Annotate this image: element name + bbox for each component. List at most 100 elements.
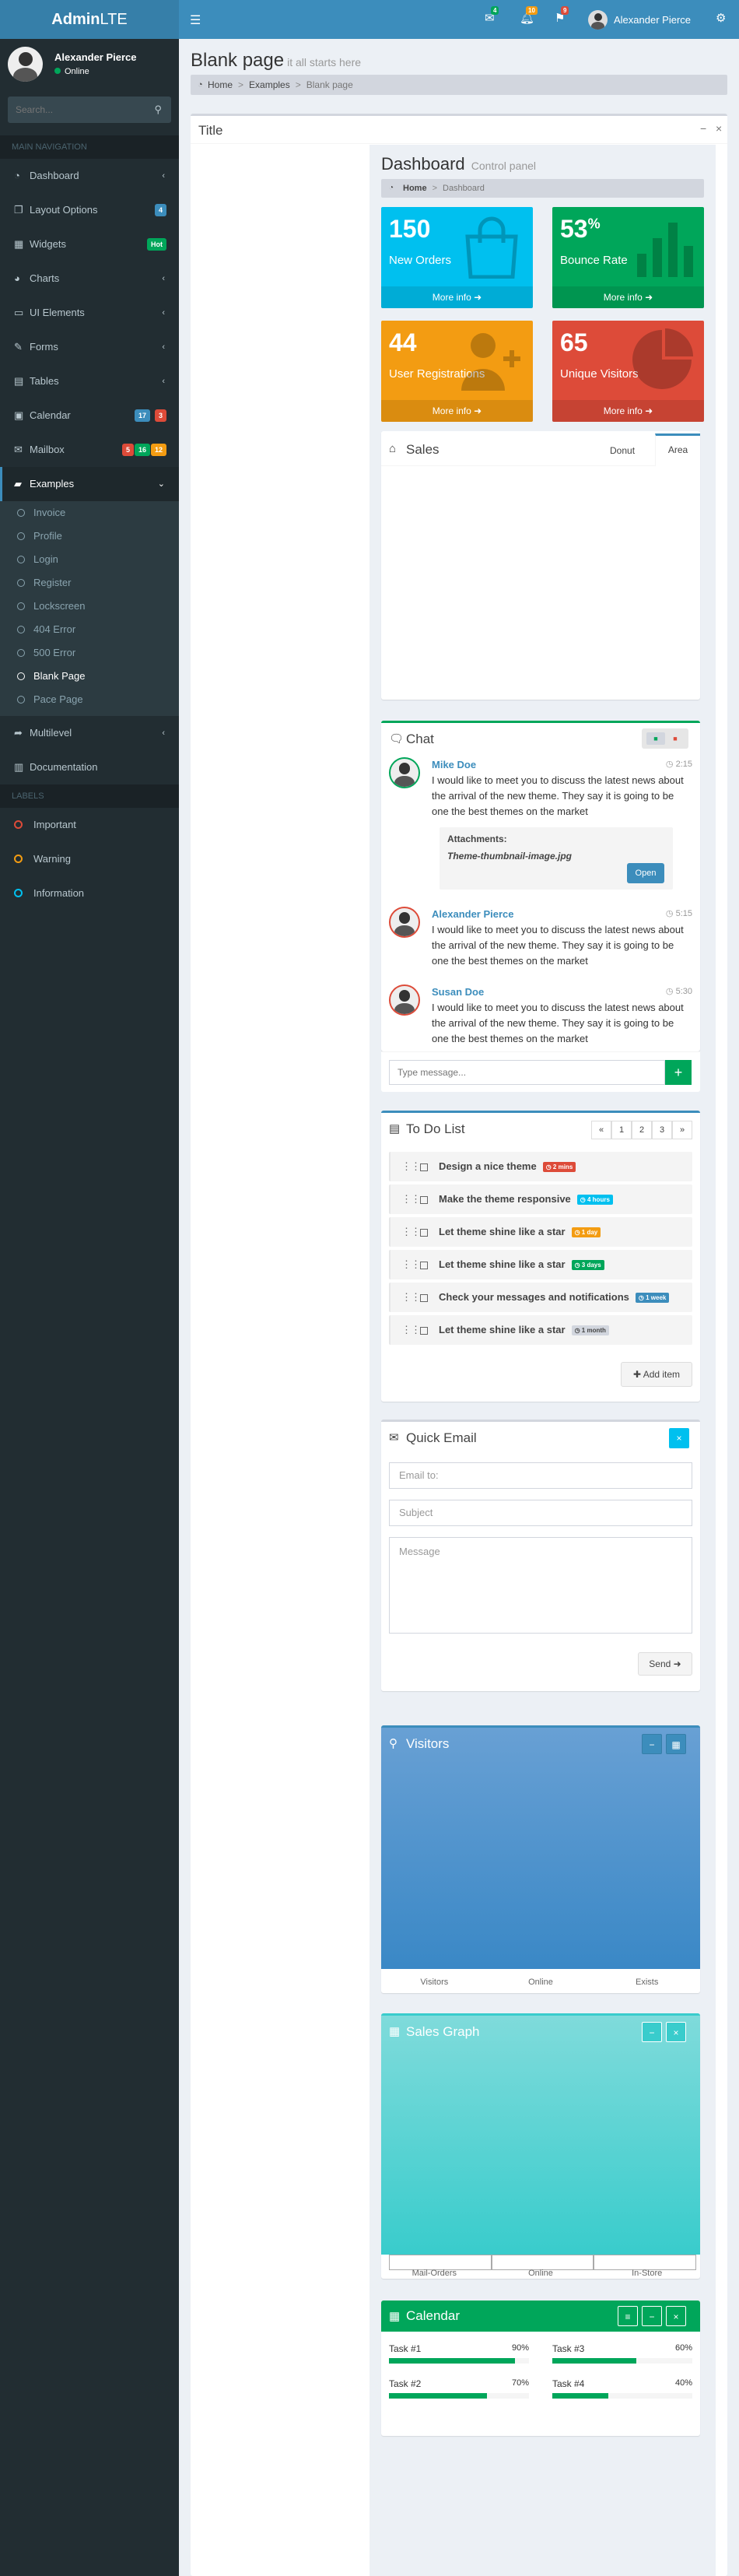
close-icon[interactable]: × bbox=[669, 1428, 689, 1448]
chat-sender[interactable]: Alexander Pierce bbox=[432, 908, 514, 920]
page-3[interactable]: 3 bbox=[652, 1121, 672, 1139]
envelope-icon: ✉ bbox=[389, 1431, 399, 1444]
drag-handle-icon[interactable]: ⋮⋮ bbox=[401, 1160, 421, 1173]
flag-icon[interactable]: ⚑ 9 bbox=[555, 6, 569, 25]
sidebar-item-layout-options[interactable]: ❐ Layout Options 4 bbox=[0, 193, 179, 227]
dashboard-icon: ◔ bbox=[14, 170, 20, 181]
collapse-icon[interactable]: − bbox=[700, 122, 706, 135]
drag-handle-icon[interactable]: ⋮⋮ bbox=[401, 1324, 421, 1336]
breadcrumb-home[interactable]: Home bbox=[208, 79, 233, 90]
tab-area[interactable]: Area bbox=[655, 433, 700, 466]
time-badge: ◷ 2 mins bbox=[542, 1162, 576, 1172]
bars-icon[interactable]: ≡ bbox=[618, 2306, 638, 2326]
add-message-button[interactable]: + bbox=[665, 1060, 692, 1085]
table-icon: ▤ bbox=[14, 375, 24, 387]
subject-field[interactable]: Subject bbox=[389, 1500, 692, 1526]
gears-icon[interactable]: ⚙ bbox=[716, 11, 726, 25]
sidebar-subitem-lockscreen[interactable]: Lockscreen bbox=[0, 595, 179, 618]
offline-square-icon[interactable]: ■ bbox=[666, 732, 685, 745]
sidebar-subitem-login[interactable]: Login bbox=[0, 548, 179, 571]
chat-message-input[interactable] bbox=[389, 1060, 665, 1085]
sidebar-item-documentation[interactable]: ▥ Documentation bbox=[0, 750, 179, 784]
chat-sender[interactable]: Mike Doe bbox=[432, 759, 476, 770]
drag-handle-icon[interactable]: ⋮⋮ bbox=[401, 1258, 421, 1271]
drag-handle-icon[interactable]: ⋮⋮ bbox=[401, 1193, 421, 1206]
more-info-link[interactable]: More info ➜ bbox=[552, 286, 704, 308]
chat-sender[interactable]: Susan Doe bbox=[432, 986, 484, 998]
page-prev[interactable]: « bbox=[591, 1121, 611, 1139]
sidebar-item-mailbox[interactable]: ✉ Mailbox 5 16 12 bbox=[0, 433, 179, 467]
add-item-button[interactable]: ✚ Add item bbox=[621, 1362, 692, 1387]
more-info-link[interactable]: More info ➜ bbox=[381, 286, 533, 308]
calendar-icon[interactable]: ▦ bbox=[666, 1734, 686, 1754]
arrow-circle-right-icon: ➜ bbox=[474, 292, 482, 303]
more-info-link[interactable]: More info ➜ bbox=[381, 400, 533, 422]
sidebar-subitem-profile[interactable]: Profile bbox=[0, 525, 179, 548]
message-field[interactable]: Message bbox=[389, 1537, 692, 1634]
task-progress: Task #4 40% bbox=[552, 2378, 692, 2405]
collapse-icon[interactable]: − bbox=[642, 2022, 662, 2042]
sidebar-item-dashboard[interactable]: ◔ Dashboard ‹ bbox=[0, 159, 179, 193]
messages-icon[interactable]: ✉ 4 bbox=[485, 6, 499, 25]
close-icon[interactable]: × bbox=[716, 122, 722, 135]
top-navbar: AdminLTE ☰ ✉ 4 🔔︎ 10 ⚑ 9 Alexander Pierce ⚙ bbox=[0, 0, 739, 39]
examples-submenu: Invoice Profile Login Register Lockscree… bbox=[0, 501, 179, 716]
sidebar-item-forms[interactable]: ✎ Forms ‹ bbox=[0, 330, 179, 364]
comments-icon: 🗨︎ bbox=[389, 732, 405, 746]
todo-checkbox[interactable] bbox=[420, 1262, 428, 1269]
sidebar-subitem-invoice[interactable]: Invoice bbox=[0, 501, 179, 525]
sidebar-subitem-500[interactable]: 500 Error bbox=[0, 641, 179, 665]
sidebar-subitem-404[interactable]: 404 Error bbox=[0, 618, 179, 641]
sidebar-item-widgets[interactable]: ▦ Widgets Hot bbox=[0, 227, 179, 261]
drag-handle-icon[interactable]: ⋮⋮ bbox=[401, 1226, 421, 1238]
page-next[interactable]: » bbox=[672, 1121, 692, 1139]
sidebar-item-tables[interactable]: ▤ Tables ‹ bbox=[0, 364, 179, 398]
todo-checkbox[interactable] bbox=[420, 1327, 428, 1335]
page-1[interactable]: 1 bbox=[611, 1121, 632, 1139]
task-name: Task #1 bbox=[389, 2343, 422, 2354]
sidebar-label-warning[interactable]: Warning bbox=[0, 842, 179, 876]
sidebar-item-multilevel[interactable]: ➦ Multilevel ‹ bbox=[0, 716, 179, 750]
chevron-left-icon: ‹ bbox=[162, 274, 165, 283]
todo-checkbox[interactable] bbox=[420, 1163, 428, 1171]
sidebar-subitem-blank-page[interactable]: Blank Page bbox=[0, 665, 179, 688]
breadcrumb-home[interactable]: Home bbox=[403, 184, 427, 193]
todo-checkbox[interactable] bbox=[420, 1196, 428, 1204]
sidebar-item-charts[interactable]: ◕ Charts ‹ bbox=[0, 261, 179, 296]
sidebar-item-ui-elements[interactable]: ▭ UI Elements ‹ bbox=[0, 296, 179, 330]
date-range-icon[interactable]: − bbox=[642, 1734, 662, 1754]
user-menu[interactable]: Alexander Pierce bbox=[588, 10, 691, 30]
todo-checkbox[interactable] bbox=[420, 1294, 428, 1302]
sidebar-subitem-register[interactable]: Register bbox=[0, 571, 179, 595]
search-icon[interactable]: ⚲ bbox=[154, 104, 162, 116]
online-square-icon[interactable]: ■ bbox=[646, 732, 665, 745]
sidebar-label-information[interactable]: Information bbox=[0, 876, 179, 911]
sidebar-item-examples[interactable]: ▰ Examples ⌄ bbox=[0, 467, 179, 501]
close-icon[interactable]: × bbox=[666, 2306, 686, 2326]
search-input[interactable] bbox=[8, 97, 140, 123]
bell-icon[interactable]: 🔔︎ 10 bbox=[520, 6, 538, 25]
close-icon[interactable]: × bbox=[666, 2022, 686, 2042]
breadcrumb-examples[interactable]: Examples bbox=[249, 79, 290, 90]
user-status[interactable]: Online bbox=[54, 67, 89, 76]
visitors-title: Visitors bbox=[406, 1736, 450, 1751]
send-button[interactable]: Send ➜ bbox=[638, 1652, 692, 1676]
box-title: Title bbox=[198, 123, 223, 138]
todo-checkbox[interactable] bbox=[420, 1229, 428, 1237]
drag-handle-icon[interactable]: ⋮⋮ bbox=[401, 1291, 421, 1304]
open-button[interactable]: Open bbox=[627, 863, 664, 883]
email-to-field[interactable]: Email to: bbox=[389, 1462, 692, 1489]
more-info-link[interactable]: More info ➜ bbox=[552, 400, 704, 422]
logo[interactable]: AdminLTE bbox=[0, 0, 179, 39]
page-2[interactable]: 2 bbox=[632, 1121, 652, 1139]
calendar-icon: ▦ bbox=[389, 2310, 401, 2323]
sidebar-item-calendar[interactable]: ▣ Calendar 17 3 bbox=[0, 398, 179, 433]
content-wrapper: Blank page it all starts here ◔ Home > Exam… bbox=[179, 39, 739, 2576]
avatar bbox=[389, 907, 420, 938]
tab-donut[interactable]: Donut bbox=[610, 445, 635, 456]
sidebar-label-important[interactable]: Important bbox=[0, 808, 179, 842]
collapse-icon[interactable]: − bbox=[642, 2306, 662, 2326]
hamburger-icon[interactable]: ☰ bbox=[190, 12, 201, 28]
stat-box-user-registrations: 44 User Registrations More info ➜ bbox=[381, 321, 533, 422]
sidebar-subitem-pace-page[interactable]: Pace Page bbox=[0, 688, 179, 711]
